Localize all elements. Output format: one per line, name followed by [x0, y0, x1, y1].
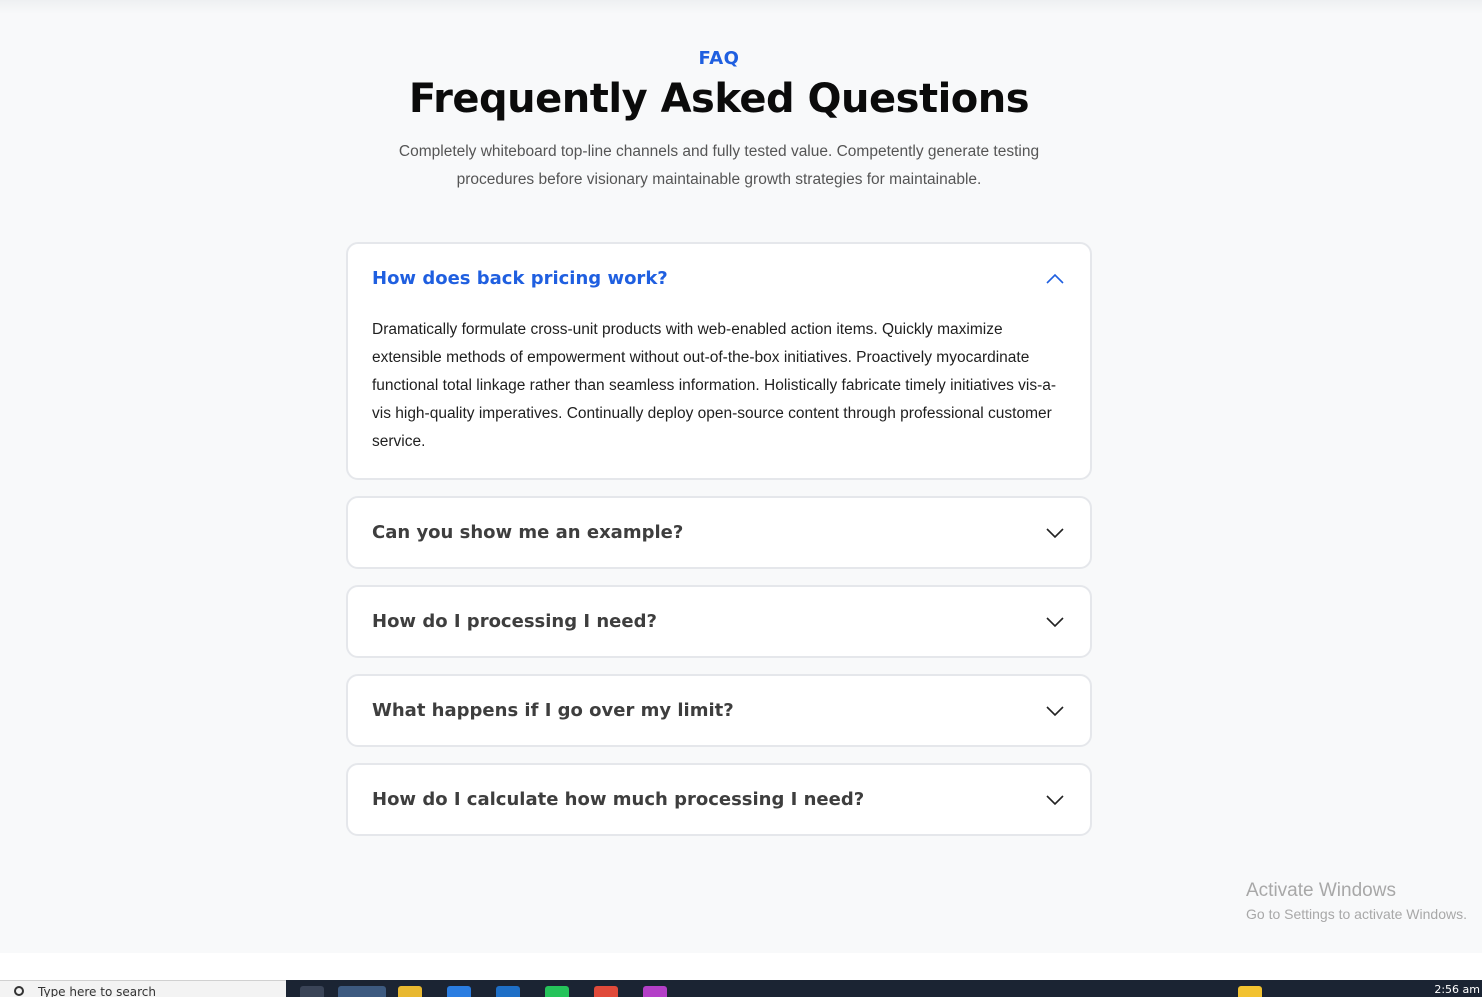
subtitle-line-1: Completely whiteboard top-line channels …	[398, 143, 1040, 160]
subtitle-line-2: procedures before visionary maintainable…	[456, 171, 982, 188]
section-subtitle: Completely whiteboard top-line channels …	[360, 138, 1078, 194]
page-bottom-strip	[0, 953, 1482, 980]
chevron-down-icon[interactable]	[1044, 789, 1066, 811]
taskbar-search-text: Type here to search	[38, 985, 156, 997]
taskbar-search-box[interactable]: Type here to search	[0, 980, 286, 997]
faq-page: FAQ Frequently Asked Questions Completel…	[0, 0, 1482, 953]
chevron-down-icon[interactable]	[1044, 522, 1066, 544]
mail-icon[interactable]	[496, 986, 520, 997]
task-view-icon[interactable]	[300, 986, 324, 997]
weather-icon[interactable]	[1238, 986, 1262, 997]
search-icon	[14, 986, 24, 996]
edge-browser-icon[interactable]	[338, 986, 386, 997]
faq-question[interactable]: What happens if I go over my limit?	[372, 700, 734, 721]
faq-item-limit[interactable]: What happens if I go over my limit?	[346, 674, 1092, 747]
faq-item-processing[interactable]: How do I processing I need?	[346, 585, 1092, 658]
taskbar-clock[interactable]: 2:56 am	[1434, 983, 1480, 996]
chrome-icon[interactable]	[594, 986, 618, 997]
windows-taskbar: Type here to search 2:56 am	[0, 980, 1482, 997]
chevron-down-icon[interactable]	[1044, 700, 1066, 722]
section-eyebrow: FAQ	[698, 48, 740, 69]
watermark-title: Activate Windows	[1246, 880, 1396, 901]
chevron-up-icon[interactable]	[1044, 268, 1066, 290]
instagram-icon[interactable]	[643, 986, 667, 997]
whatsapp-icon[interactable]	[545, 986, 569, 997]
chevron-down-icon[interactable]	[1044, 611, 1066, 633]
section-title: Frequently Asked Questions	[408, 76, 1030, 122]
faq-accordion: How does back pricing work? Dramatically…	[346, 242, 1092, 852]
faq-answer: Dramatically formulate cross-unit produc…	[372, 321, 1057, 450]
faq-item-calculate[interactable]: How do I calculate how much processing I…	[346, 763, 1092, 836]
header-shadow	[0, 0, 1482, 14]
watermark-subtitle: Go to Settings to activate Windows.	[1246, 906, 1467, 922]
store-icon[interactable]	[447, 986, 471, 997]
faq-question[interactable]: How do I processing I need?	[372, 611, 657, 632]
faq-question[interactable]: How does back pricing work?	[372, 268, 668, 289]
activate-windows-watermark: Activate Windows Go to Settings to activ…	[1246, 880, 1467, 922]
faq-question[interactable]: Can you show me an example?	[372, 522, 683, 543]
faq-item-pricing[interactable]: How does back pricing work? Dramatically…	[346, 242, 1092, 480]
faq-item-example[interactable]: Can you show me an example?	[346, 496, 1092, 569]
faq-question[interactable]: How do I calculate how much processing I…	[372, 789, 864, 810]
file-explorer-icon[interactable]	[398, 986, 422, 997]
